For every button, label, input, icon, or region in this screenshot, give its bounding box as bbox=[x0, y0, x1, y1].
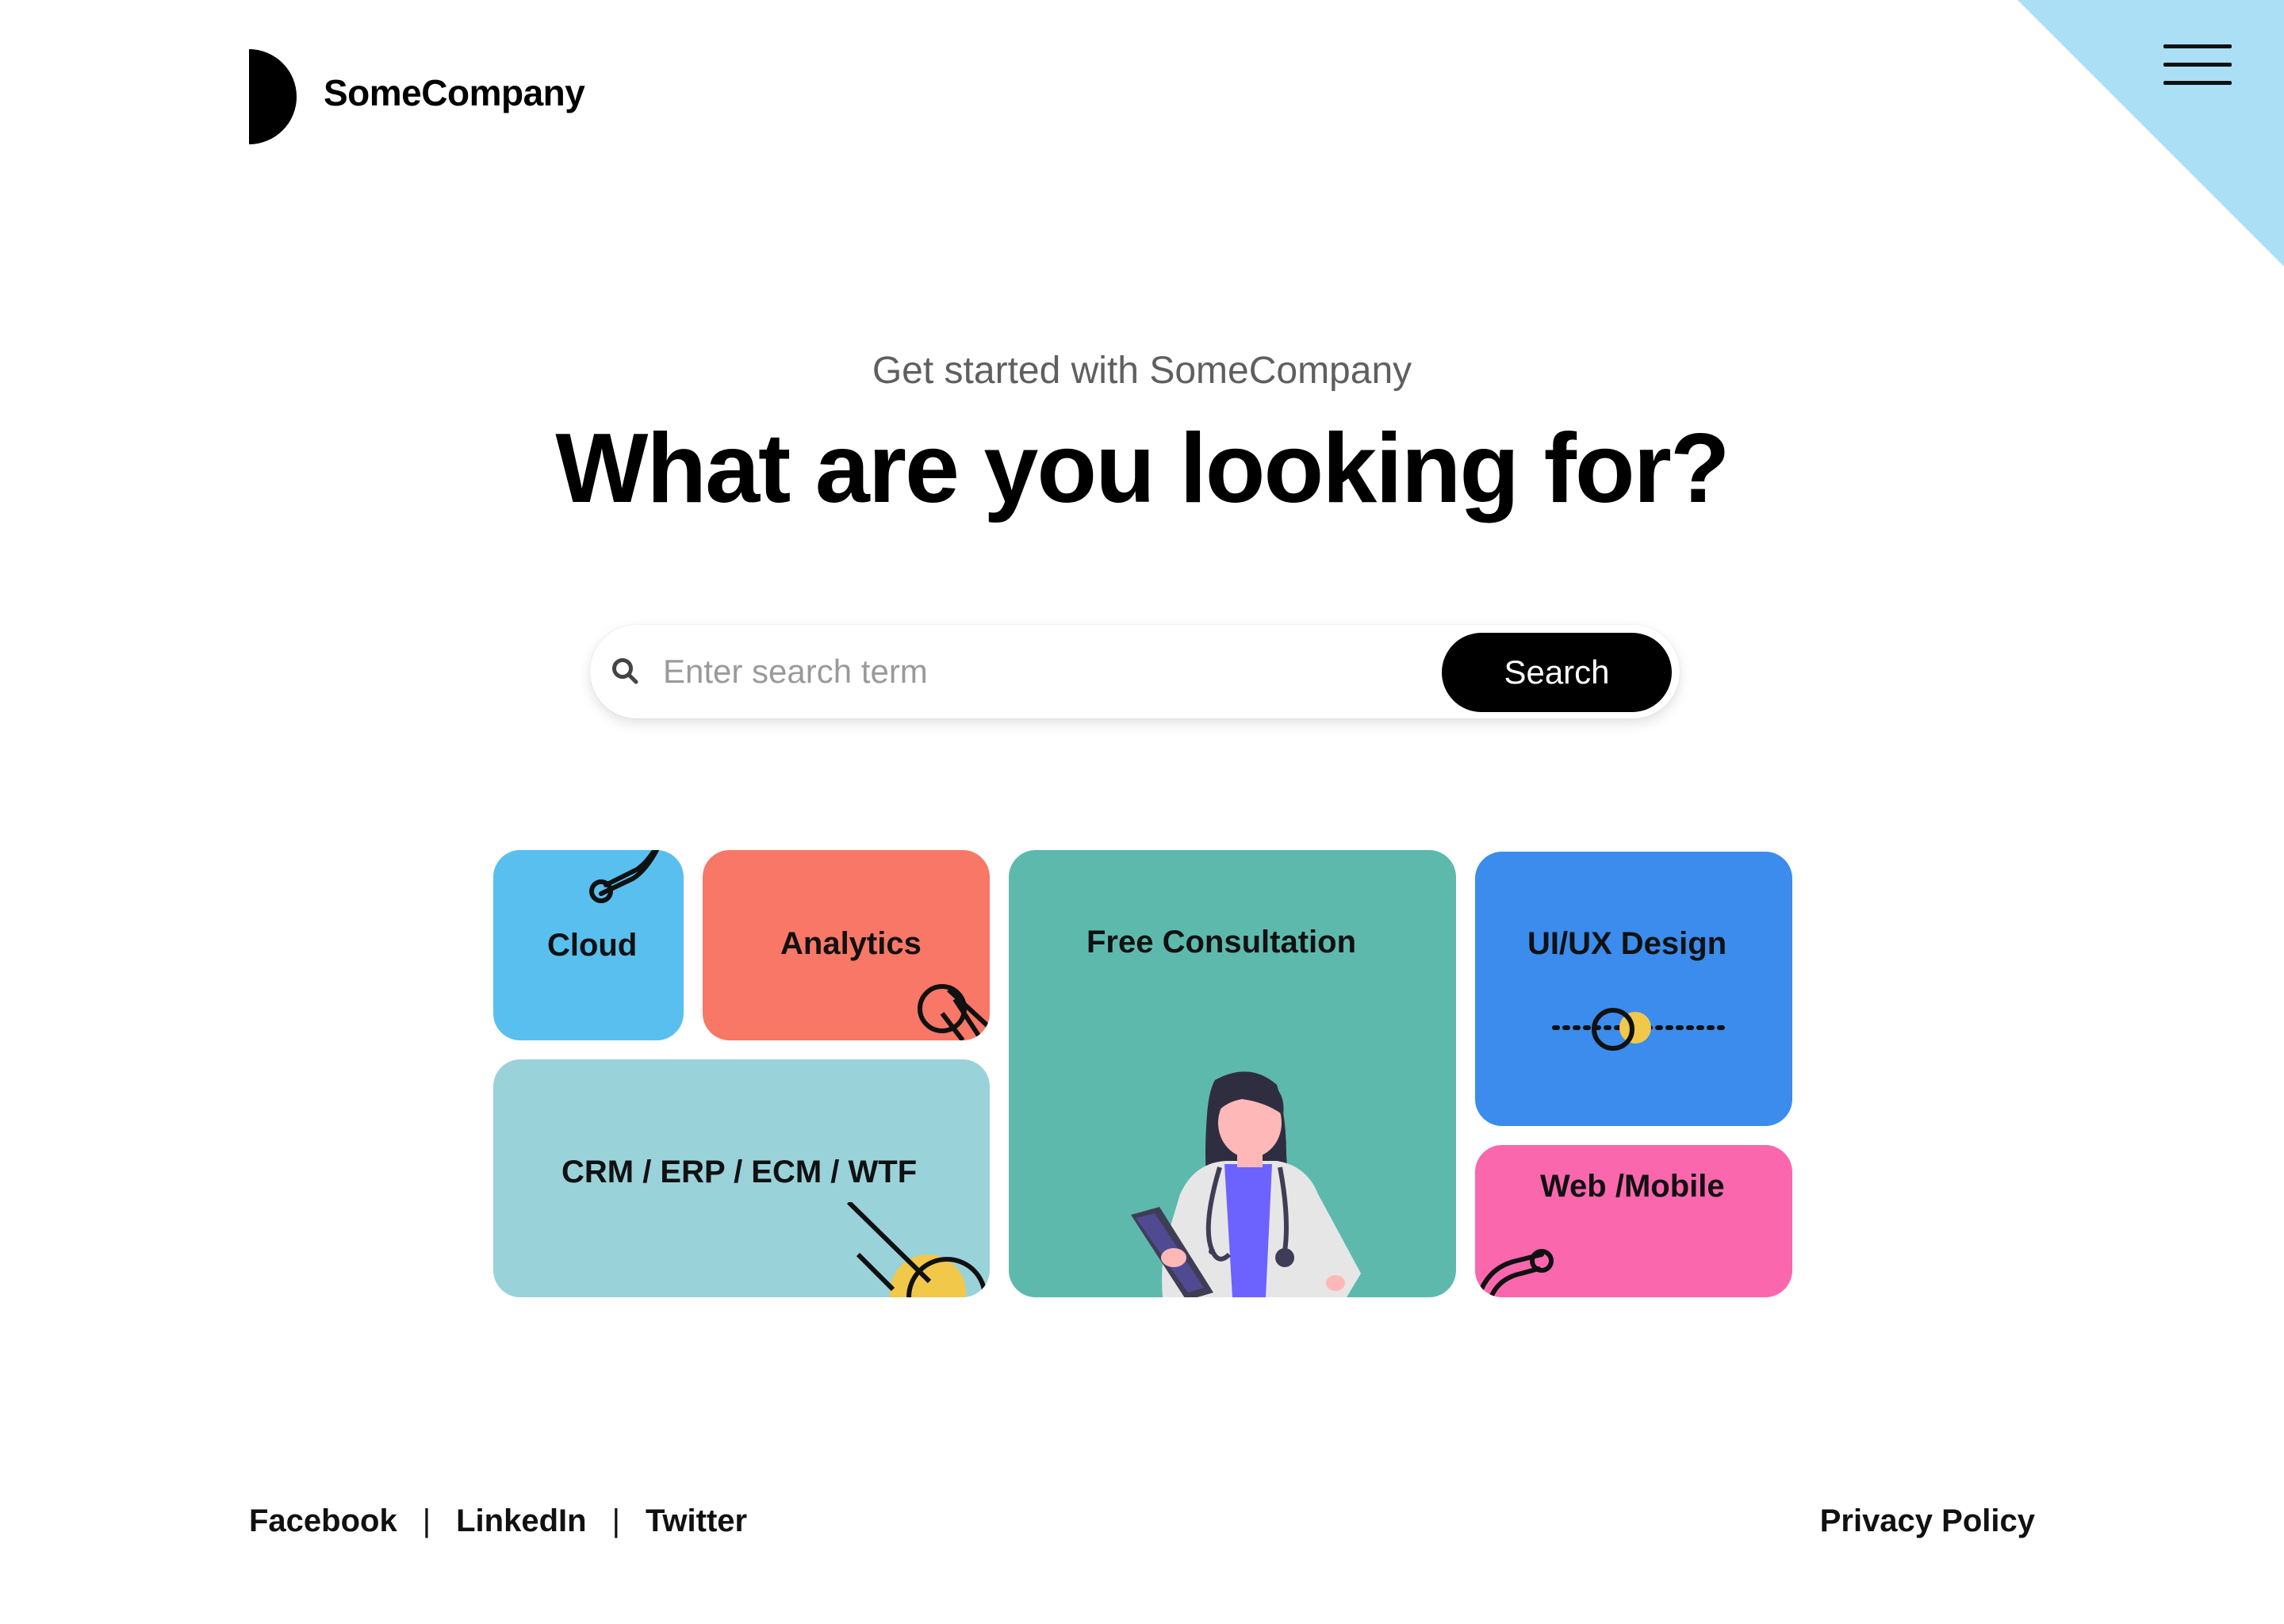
logo-mark-icon bbox=[249, 49, 297, 144]
linkedin-link[interactable]: LinkedIn bbox=[456, 1503, 586, 1539]
hero-subtitle: Get started with SomeCompany bbox=[872, 350, 1412, 392]
tile-consultation-label: Free Consultation bbox=[1086, 925, 1357, 959]
tile-cloud[interactable]: Cloud bbox=[493, 850, 684, 1040]
slider-icon bbox=[1552, 1008, 1730, 1051]
corner-decoration bbox=[2018, 0, 2284, 266]
search-icon bbox=[612, 658, 638, 684]
page-title: What are you looking for? bbox=[555, 414, 1730, 523]
needle-dial-icon bbox=[846, 1202, 987, 1297]
brand-name: SomeCompany bbox=[324, 72, 585, 113]
logo[interactable]: SomeCompany bbox=[249, 49, 585, 144]
tile-web-label: Web /Mobile bbox=[1540, 1169, 1725, 1204]
tile-analytics-label: Analytics bbox=[780, 926, 922, 961]
pin-icon bbox=[1476, 1249, 1554, 1297]
tile-uiux-label: UI/UX Design bbox=[1527, 926, 1727, 961]
facebook-link[interactable]: Facebook bbox=[249, 1503, 397, 1539]
pin-icon bbox=[589, 850, 659, 903]
doctor-illustration bbox=[1131, 1071, 1361, 1297]
search-input[interactable] bbox=[663, 642, 1361, 701]
hamburger-menu-icon[interactable] bbox=[2163, 44, 2232, 86]
twitter-link[interactable]: Twitter bbox=[646, 1503, 747, 1539]
tile-crm[interactable]: CRM / ERP / ECM / WTF bbox=[493, 1059, 990, 1297]
search-button[interactable]: Search bbox=[1442, 633, 1672, 712]
tile-crm-label: CRM / ERP / ECM / WTF bbox=[561, 1155, 918, 1189]
tile-cloud-label: Cloud bbox=[547, 928, 638, 963]
footer-separator: | bbox=[611, 1503, 620, 1538]
footer-social-links: Facebook | LinkedIn | Twitter bbox=[249, 1503, 747, 1539]
privacy-policy-link[interactable]: Privacy Policy bbox=[1820, 1503, 2035, 1539]
tile-free-consultation[interactable]: Free Consultation bbox=[1009, 850, 1456, 1297]
footer-separator: | bbox=[422, 1503, 431, 1538]
magnifier-icon bbox=[918, 984, 990, 1040]
tile-web-mobile[interactable]: Web /Mobile bbox=[1475, 1145, 1792, 1297]
search-bar: Search bbox=[590, 625, 1680, 718]
tile-ui-ux-design[interactable]: UI/UX Design bbox=[1475, 852, 1792, 1126]
tile-analytics[interactable]: Analytics bbox=[703, 850, 990, 1040]
